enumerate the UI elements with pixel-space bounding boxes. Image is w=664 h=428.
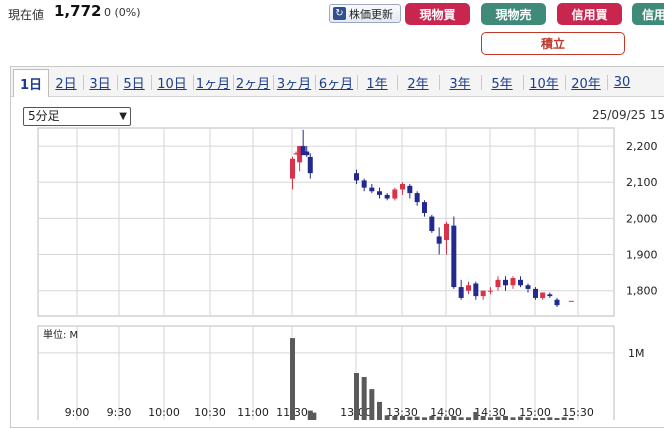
volume-bar — [311, 412, 317, 420]
volume-bar — [377, 401, 382, 420]
volume-bar — [429, 415, 435, 420]
candle-body — [429, 216, 435, 232]
volume-bar — [392, 415, 398, 420]
candle-body — [525, 285, 531, 289]
candle-body — [533, 288, 538, 298]
candle-body — [554, 299, 560, 306]
candle-body — [304, 151, 310, 156]
volume-tick-label: 1M — [628, 347, 645, 360]
y-tick-label: 2,200 — [626, 140, 658, 153]
candle-body — [547, 294, 553, 297]
volume-bar — [473, 411, 479, 420]
intraday-chart: 9:009:3010:0010:3011:0011:3013:0013:3014… — [37, 127, 658, 420]
candle-body — [414, 193, 420, 203]
volume-bar — [407, 416, 413, 420]
x-tick-label: 9:30 — [107, 406, 132, 419]
y-tick-label: 1,800 — [626, 285, 658, 298]
candle-body — [436, 236, 442, 244]
volume-bar — [369, 389, 375, 420]
candle-body — [444, 223, 449, 241]
volume-bar — [414, 416, 420, 420]
candle-body — [290, 158, 295, 179]
candle-body — [518, 279, 523, 286]
volume-bar — [436, 416, 442, 420]
x-tick-label: 15:00 — [519, 406, 551, 419]
volume-bar — [480, 415, 486, 420]
candle-body — [407, 185, 413, 194]
x-tick-label: 15:30 — [562, 406, 594, 419]
volume-bar — [384, 415, 390, 420]
y-tick-label: 2,000 — [626, 212, 658, 225]
candle-body — [377, 191, 382, 195]
x-tick-label: 11:00 — [237, 406, 269, 419]
candle-body — [361, 180, 367, 188]
x-tick-label: 10:00 — [148, 406, 180, 419]
volume-unit-label: 単位: M — [43, 328, 78, 341]
candle-body — [422, 202, 427, 213]
volume-bar — [361, 377, 367, 420]
candle-body — [466, 285, 471, 291]
y-tick-label: 2,100 — [626, 176, 658, 189]
candle-body — [369, 187, 375, 192]
candle-body — [473, 283, 479, 297]
candle-body — [458, 287, 464, 298]
x-tick-label: 14:30 — [474, 406, 506, 419]
volume-bar — [290, 338, 295, 420]
candle-body — [384, 194, 390, 199]
candle-body — [307, 156, 313, 174]
candle-body — [540, 292, 546, 298]
candle-body — [503, 279, 508, 286]
x-tick-label: 9:00 — [65, 406, 90, 419]
volume-bar — [354, 373, 359, 420]
volume-bar — [503, 415, 508, 420]
candle-body — [451, 225, 457, 288]
y-tick-label: 1,900 — [626, 249, 658, 262]
volume-bar — [451, 415, 457, 420]
candle-body — [495, 279, 501, 288]
volume-bar — [400, 415, 405, 420]
candle-body — [568, 300, 574, 302]
candle-body — [400, 184, 405, 190]
candle-body — [480, 290, 486, 297]
candle-body — [392, 189, 398, 199]
candle-body — [510, 278, 516, 286]
volume-bar — [495, 416, 501, 420]
candle-body — [354, 173, 359, 181]
x-tick-label: 10:30 — [194, 406, 226, 419]
volume-bar — [444, 416, 449, 420]
candle-body — [488, 290, 493, 292]
volume-bar — [518, 416, 523, 420]
